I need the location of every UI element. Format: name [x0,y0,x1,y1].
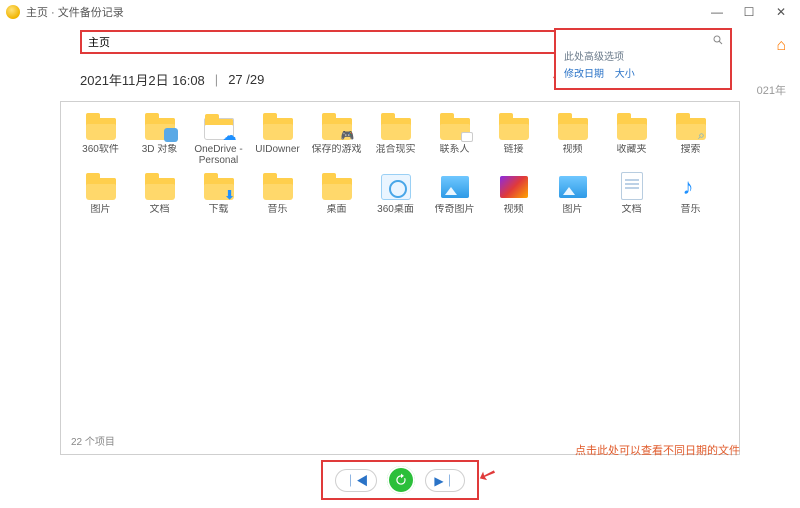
folder-links-icon [498,112,530,140]
folder-3d[interactable]: 3D 对象 [130,112,189,166]
maximize-button[interactable]: ☐ [742,5,756,19]
prev-group: ｜◀ [335,469,377,492]
folder-desktop-label: 桌面 [327,204,347,215]
file-doc-label: 文档 [622,204,642,215]
folder-mixedreality-icon [380,112,412,140]
file-360desk-label: 360桌面 [377,204,414,215]
search-row: 仅 此处高级选项 修改日期 大小 [80,30,720,54]
folder-onedrive-label: OneDrive - Personal [190,144,248,166]
folder-pictures-label: 图片 [91,204,111,215]
minimize-button[interactable]: — [710,5,724,19]
folder-downloads-icon: ⬇ [203,172,235,200]
folder-mixedreality[interactable]: 混合现实 [366,112,425,166]
info-divider: | [215,72,218,87]
file-video[interactable]: 视频 [484,172,543,215]
folder-pictures[interactable]: 图片 [71,172,130,215]
filter-link-size[interactable]: 大小 [615,69,635,80]
folder-favorites-icon [616,112,648,140]
folder-docs[interactable]: 文档 [130,172,189,215]
folder-uidowner-label: UIDowner [255,144,299,155]
playback-box: ｜◀ ▶｜ [321,460,478,500]
folder-favorites[interactable]: 收藏夹 [602,112,661,166]
file-pic2-label: 图片 [563,204,583,215]
folder-onedrive-icon: ☁ [203,112,235,140]
folder-360-icon [85,112,117,140]
folder-music-label: 音乐 [268,204,288,215]
folder-contacts[interactable]: 联系人 [425,112,484,166]
truncated-year: 021年 [757,82,786,98]
file-360desk-icon [380,172,412,200]
filter-search-icon[interactable] [562,34,724,46]
file-pic1-icon [439,172,471,200]
file-doc-icon [616,172,648,200]
file-music-label: 音乐 [681,204,701,215]
file-pic1[interactable]: 传奇图片 [425,172,484,215]
folder-docs-icon [144,172,176,200]
filter-links: 修改日期 大小 [556,63,730,84]
app-icon [6,5,20,19]
folder-favorites-label: 收藏夹 [617,144,647,155]
folder-video[interactable]: 视频 [543,112,602,166]
file-pic2[interactable]: 图片 [543,172,602,215]
folder-video-label: 视频 [563,144,583,155]
close-button[interactable]: ✕ [774,5,788,19]
folder-onedrive[interactable]: ☁ OneDrive - Personal [189,112,248,166]
folder-pictures-icon [85,172,117,200]
folder-search-label: 搜索 [681,144,701,155]
file-music-icon [675,172,707,200]
folder-uidowner-icon [262,112,294,140]
filter-link-date[interactable]: 修改日期 [564,69,604,80]
restore-icon [394,473,408,487]
folder-savedgames-label: 保存的游戏 [312,144,362,155]
folder-3d-icon [144,112,176,140]
folder-desktop[interactable]: 桌面 [307,172,366,215]
file-doc[interactable]: 文档 [602,172,661,215]
folder-downloads-label: 下载 [209,204,229,215]
folder-search[interactable]: ⌕ 搜索 [661,112,720,166]
filter-panel: 此处高级选项 修改日期 大小 [554,28,732,90]
prev-button[interactable]: ｜◀ [344,472,368,489]
hint-bottom: 点击此处可以查看不同日期的文件 [575,442,740,458]
folder-contacts-label: 联系人 [440,144,470,155]
folder-links-label: 链接 [504,144,524,155]
folder-savedgames[interactable]: 🎮 保存的游戏 [307,112,366,166]
folder-search-icon: ⌕ [675,112,707,140]
folder-desktop-icon [321,172,353,200]
next-group: ▶｜ [425,469,464,492]
snapshot-counter: 27 /29 [228,72,264,87]
titlebar: 主页 · 文件备份记录 — ☐ ✕ [0,0,800,24]
file-360desk[interactable]: 360桌面 [366,172,425,215]
folder-music[interactable]: 音乐 [248,172,307,215]
file-pic1-label: 传奇图片 [435,204,475,215]
window-controls: — ☐ ✕ [710,5,794,19]
notification-dot: ⌂ [776,37,786,55]
playback-row: ｜◀ ▶｜ [0,460,800,500]
file-grid: 360软件 3D 对象 ☁ OneDrive - Personal UIDowner 🎮 保… [71,112,729,215]
item-count: 22 个项目 [71,433,115,448]
file-music[interactable]: 音乐 [661,172,720,215]
folder-video-icon [557,112,589,140]
folder-links[interactable]: 链接 [484,112,543,166]
folder-3d-label: 3D 对象 [142,144,178,155]
snapshot-timestamp: 2021年11月2日 16:08 [80,70,205,89]
folder-music-icon [262,172,294,200]
folder-360-label: 360软件 [82,144,119,155]
file-video-label: 视频 [504,204,524,215]
folder-docs-label: 文档 [150,204,170,215]
folder-360[interactable]: 360软件 [71,112,130,166]
filter-title: 此处高级选项 [556,48,730,63]
restore-button[interactable] [387,466,415,494]
file-pic2-icon [557,172,589,200]
folder-downloads[interactable]: ⬇ 下载 [189,172,248,215]
file-panel: 360软件 3D 对象 ☁ OneDrive - Personal UIDowner 🎮 保… [60,101,740,455]
file-video-icon [498,172,530,200]
window-title: 主页 · 文件备份记录 [26,4,124,20]
folder-savedgames-icon: 🎮 [321,112,353,140]
folder-contacts-icon [439,112,471,140]
folder-mixedreality-label: 混合现实 [376,144,416,155]
next-button[interactable]: ▶｜ [434,472,455,489]
folder-uidowner[interactable]: UIDowner [248,112,307,166]
